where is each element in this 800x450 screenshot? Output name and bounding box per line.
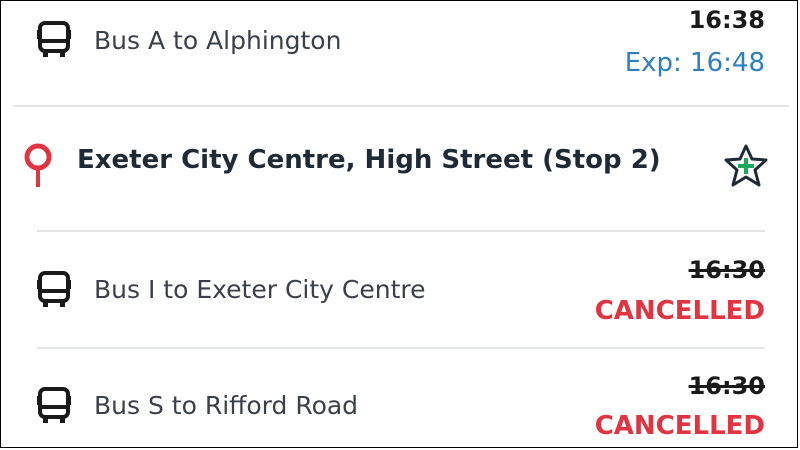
- departure-scheduled-time: 16:30: [688, 256, 765, 284]
- departures-panel: Bus A to Alphington 16:38 Exp: 16:48 Exe…: [0, 0, 798, 448]
- departure-row[interactable]: Bus I to Exeter City Centre 16:30 CANCEL…: [1, 232, 799, 347]
- departure-scheduled-time: 16:30: [688, 372, 765, 400]
- departure-expected-time: Exp: 16:48: [624, 48, 765, 78]
- departure-destination: Bus S to Rifford Road: [94, 391, 359, 420]
- stop-name: Exeter City Centre, High Street (Stop 2): [77, 145, 661, 175]
- departure-destination: Bus I to Exeter City Centre: [94, 275, 426, 304]
- departure-status-cancelled: CANCELLED: [594, 411, 765, 441]
- map-pin-icon: [24, 143, 52, 187]
- add-favourite-star-icon[interactable]: [721, 142, 771, 190]
- departure-row[interactable]: Bus S to Rifford Road 16:30 CANCELLED: [1, 349, 799, 449]
- bus-icon: [37, 271, 71, 307]
- departure-row[interactable]: Bus A to Alphington 16:38 Exp: 16:48: [1, 1, 799, 101]
- departure-status-cancelled: CANCELLED: [594, 296, 765, 326]
- departure-scheduled-time: 16:38: [688, 6, 765, 34]
- bus-icon: [37, 387, 71, 423]
- departure-destination: Bus A to Alphington: [94, 26, 342, 55]
- bus-icon: [37, 21, 71, 57]
